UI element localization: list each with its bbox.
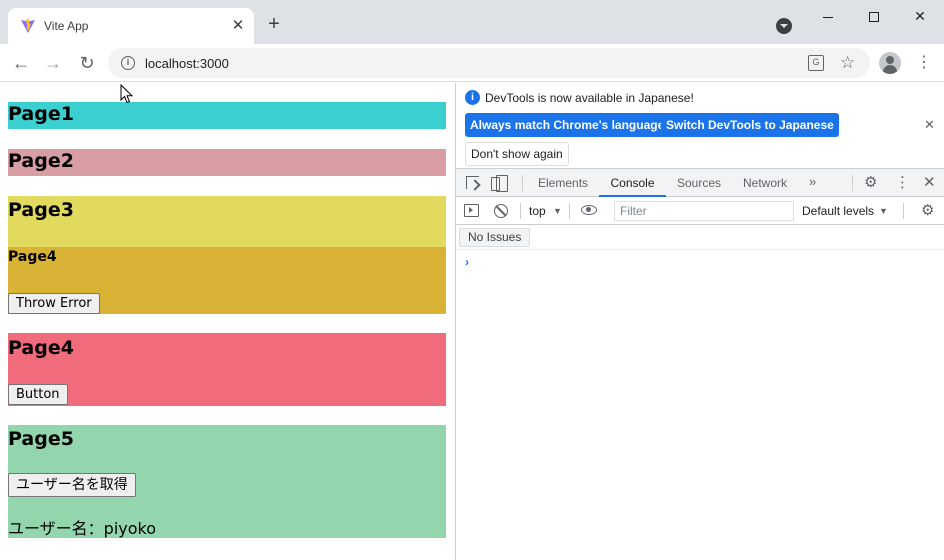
devtools-settings-icon[interactable]: ⚙: [864, 174, 877, 192]
page3-section: Page3: [8, 196, 446, 247]
devtools-panel: i DevTools is now available in Japanese!…: [455, 83, 944, 560]
more-tabs-icon[interactable]: »: [809, 169, 816, 195]
page-viewport: Page1 Page2 Page3 Page4 Throw Error Page…: [0, 83, 454, 560]
forward-arrow-icon[interactable]: →: [42, 52, 64, 74]
bookmark-star-icon[interactable]: ☆: [840, 53, 855, 73]
device-toolbar-icon[interactable]: [491, 175, 508, 192]
site-info-icon[interactable]: i: [121, 56, 135, 70]
username-text: ユーザー名：piyoko: [8, 519, 157, 538]
tab-console[interactable]: Console: [599, 169, 666, 197]
mouse-cursor-icon: [120, 84, 134, 104]
context-dropdown-icon[interactable]: ▼: [553, 197, 562, 225]
console-prompt-icon[interactable]: ›: [465, 255, 469, 269]
profile-avatar-icon[interactable]: [879, 52, 901, 74]
toolbar-divider: [569, 203, 570, 219]
toolbar-divider: [903, 203, 904, 219]
toolbar-divider: [520, 203, 521, 219]
log-levels-selector[interactable]: Default levels: [802, 197, 874, 225]
dont-show-again-button[interactable]: Don't show again: [465, 142, 569, 166]
tab-title: Vite App: [44, 19, 89, 33]
page5-heading: Page5: [8, 428, 74, 450]
url-text[interactable]: localhost:3000: [145, 56, 229, 71]
inspect-element-icon[interactable]: [466, 176, 479, 189]
console-filter-input[interactable]: [614, 201, 794, 221]
reload-icon[interactable]: ↻: [76, 52, 98, 74]
page2-section: Page2: [8, 149, 446, 176]
maximize-icon[interactable]: [854, 4, 894, 28]
no-issues-badge[interactable]: No Issues: [459, 228, 531, 247]
info-icon: i: [465, 90, 480, 105]
match-chrome-language-button[interactable]: Always match Chrome's language: [465, 113, 670, 137]
browser-toolbar: ← → ↻ i localhost:3000 G ☆: [0, 44, 944, 82]
console-toolbar: top ▼ Default levels ▼ ⚙: [456, 197, 944, 225]
page4-inner-heading: Page4: [8, 249, 57, 265]
toolbar-divider: [852, 175, 853, 191]
devtools-tab-bar: Elements Console Sources Network » ⚙ ⋮ ✕: [456, 169, 944, 197]
page4-heading: Page4: [8, 337, 74, 359]
devtools-menu-icon[interactable]: ⋮: [895, 174, 910, 192]
page4-inner-section: Page4 Throw Error: [8, 247, 446, 314]
tab-network[interactable]: Network: [743, 169, 787, 197]
back-arrow-icon[interactable]: ←: [10, 52, 32, 74]
vite-logo-icon: [21, 19, 35, 33]
infobar-message: DevTools is now available in Japanese!: [485, 91, 694, 105]
show-console-sidebar-icon[interactable]: [464, 204, 479, 217]
browser-tab[interactable]: Vite App ✕: [8, 8, 254, 44]
issues-bar: No Issues: [456, 225, 944, 250]
page2-heading: Page2: [8, 150, 74, 172]
tab-close-icon[interactable]: ✕: [228, 16, 248, 36]
clear-console-icon[interactable]: [494, 204, 508, 218]
page3-heading: Page3: [8, 199, 74, 221]
tab-sources[interactable]: Sources: [677, 169, 721, 197]
address-bar[interactable]: i localhost:3000 G ☆: [108, 48, 870, 78]
page5-section: Page5 ユーザー名を取得 ユーザー名：piyoko: [8, 425, 446, 538]
get-username-button[interactable]: ユーザー名を取得: [8, 473, 136, 497]
console-settings-icon[interactable]: ⚙: [921, 201, 934, 221]
devtools-language-infobar: i DevTools is now available in Japanese!…: [456, 83, 944, 169]
new-tab-icon[interactable]: +: [264, 14, 284, 34]
levels-dropdown-icon[interactable]: ▼: [879, 197, 888, 225]
translate-icon[interactable]: G: [808, 55, 824, 71]
infobar-close-icon[interactable]: ✕: [924, 117, 935, 133]
throw-error-button[interactable]: Throw Error: [8, 293, 100, 314]
browser-menu-icon[interactable]: ⋮: [916, 52, 932, 74]
tab-strip: Vite App ✕ + ✕: [0, 0, 944, 44]
switch-to-japanese-button[interactable]: Switch DevTools to Japanese: [661, 113, 839, 137]
page1-section: Page1: [8, 102, 446, 129]
devtools-close-icon[interactable]: ✕: [923, 173, 936, 193]
page4-section: Page4 Button: [8, 333, 446, 406]
tab-elements[interactable]: Elements: [538, 169, 588, 197]
page1-heading: Page1: [8, 103, 74, 125]
toolbar-divider: [522, 175, 523, 191]
context-selector[interactable]: top: [529, 197, 546, 225]
window-close-icon[interactable]: ✕: [900, 4, 940, 28]
minimize-icon[interactable]: [808, 4, 848, 28]
page4-button[interactable]: Button: [8, 384, 68, 405]
tab-search-icon[interactable]: [776, 18, 792, 34]
live-expression-eye-icon[interactable]: [581, 205, 597, 215]
